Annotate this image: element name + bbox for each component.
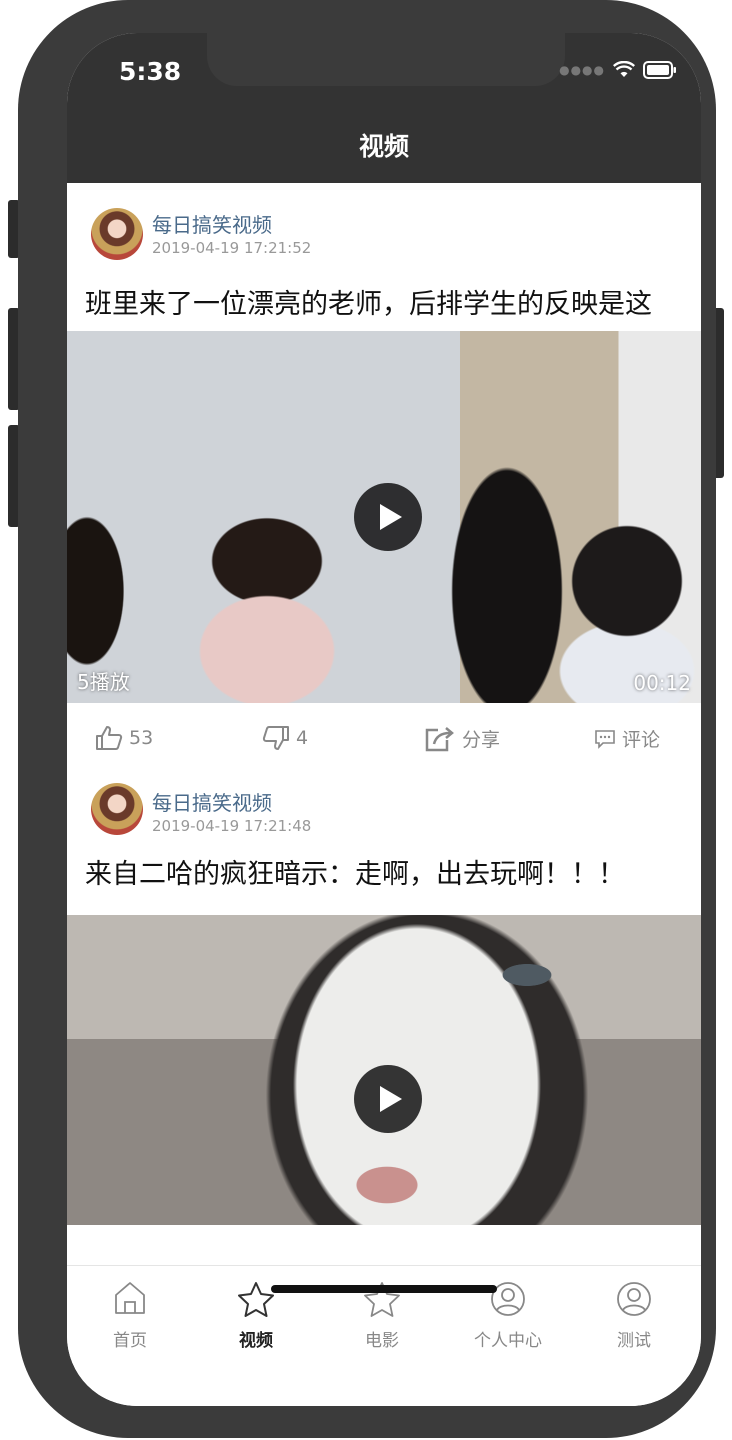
star-icon bbox=[238, 1282, 274, 1317]
status-icons: ●●●● bbox=[559, 61, 677, 79]
home-icon bbox=[115, 1282, 145, 1314]
video-post: 每日搞笑视频 2019-04-19 17:21:52 班里来了一位漂亮的老师，后… bbox=[67, 183, 701, 773]
dislike-button[interactable]: 4 bbox=[262, 725, 308, 751]
wifi-icon bbox=[613, 61, 635, 77]
dislike-count: 4 bbox=[296, 727, 309, 749]
battery-icon bbox=[643, 61, 676, 79]
author-name[interactable]: 每日搞笑视频 bbox=[152, 787, 272, 816]
avatar[interactable] bbox=[91, 208, 143, 260]
video-feed[interactable]: 每日搞笑视频 2019-04-19 17:21:52 班里来了一位漂亮的老师，后… bbox=[67, 183, 701, 1265]
video-post: 每日搞笑视频 2019-04-19 17:21:48 来自二哈的疯狂暗示：走啊，… bbox=[67, 773, 701, 1225]
post-actions: 53 4 分享 评论 bbox=[67, 703, 701, 773]
video-duration: 00:12 bbox=[633, 671, 691, 695]
post-title[interactable]: 班里来了一位漂亮的老师，后排学生的反映是这 bbox=[67, 261, 701, 331]
video-player[interactable] bbox=[67, 915, 701, 1225]
post-header: 每日搞笑视频 2019-04-19 17:21:48 bbox=[67, 773, 701, 835]
phone-frame: 5:38 ●●●● 视频 每日搞笑视频 2019-04-19 17:21:52 … bbox=[18, 0, 716, 1438]
post-time: 2019-04-19 17:21:52 bbox=[152, 239, 312, 257]
tab-label: 测试 bbox=[617, 1331, 651, 1351]
post-title[interactable]: 来自二哈的疯狂暗示：走啊，出去玩啊！！！ bbox=[67, 835, 701, 915]
comment-button[interactable]: 评论 bbox=[594, 725, 660, 752]
play-icon bbox=[380, 1086, 402, 1112]
play-button[interactable] bbox=[354, 1065, 422, 1133]
notch bbox=[207, 33, 565, 86]
like-count: 53 bbox=[129, 727, 154, 749]
user-icon bbox=[617, 1282, 651, 1316]
share-icon bbox=[425, 726, 454, 751]
page-title: 视频 bbox=[358, 132, 409, 161]
like-button[interactable]: 53 bbox=[95, 725, 153, 751]
post-time: 2019-04-19 17:21:48 bbox=[152, 817, 312, 835]
post-header: 每日搞笑视频 2019-04-19 17:21:52 bbox=[67, 183, 701, 261]
share-label: 分享 bbox=[462, 729, 501, 751]
signal-icon: ●●●● bbox=[559, 63, 605, 77]
screen: 5:38 ●●●● 视频 每日搞笑视频 2019-04-19 17:21:52 … bbox=[67, 33, 701, 1406]
home-indicator[interactable] bbox=[271, 1285, 497, 1293]
thumbs-up-icon bbox=[96, 726, 123, 750]
thumbs-down-icon bbox=[262, 726, 289, 750]
tab-label: 首页 bbox=[113, 1331, 147, 1351]
comment-label: 评论 bbox=[622, 729, 661, 751]
video-player[interactable]: 5播放 00:12 bbox=[67, 331, 701, 703]
tab-test[interactable]: 测试 bbox=[571, 1280, 697, 1351]
play-button[interactable] bbox=[354, 483, 422, 551]
comment-icon bbox=[595, 729, 615, 749]
author-name[interactable]: 每日搞笑视频 bbox=[152, 209, 272, 238]
play-icon bbox=[380, 504, 402, 530]
navigation-bar: 5:38 ●●●● 视频 bbox=[67, 33, 701, 183]
avatar[interactable] bbox=[91, 783, 143, 835]
tab-label: 个人中心 bbox=[474, 1331, 542, 1351]
play-count: 5播放 bbox=[77, 670, 130, 694]
tab-label: 视频 bbox=[239, 1331, 273, 1351]
tab-home[interactable]: 首页 bbox=[67, 1280, 193, 1351]
status-time: 5:38 bbox=[119, 57, 182, 86]
tab-label: 电影 bbox=[365, 1331, 399, 1351]
share-button[interactable]: 分享 bbox=[424, 725, 500, 752]
